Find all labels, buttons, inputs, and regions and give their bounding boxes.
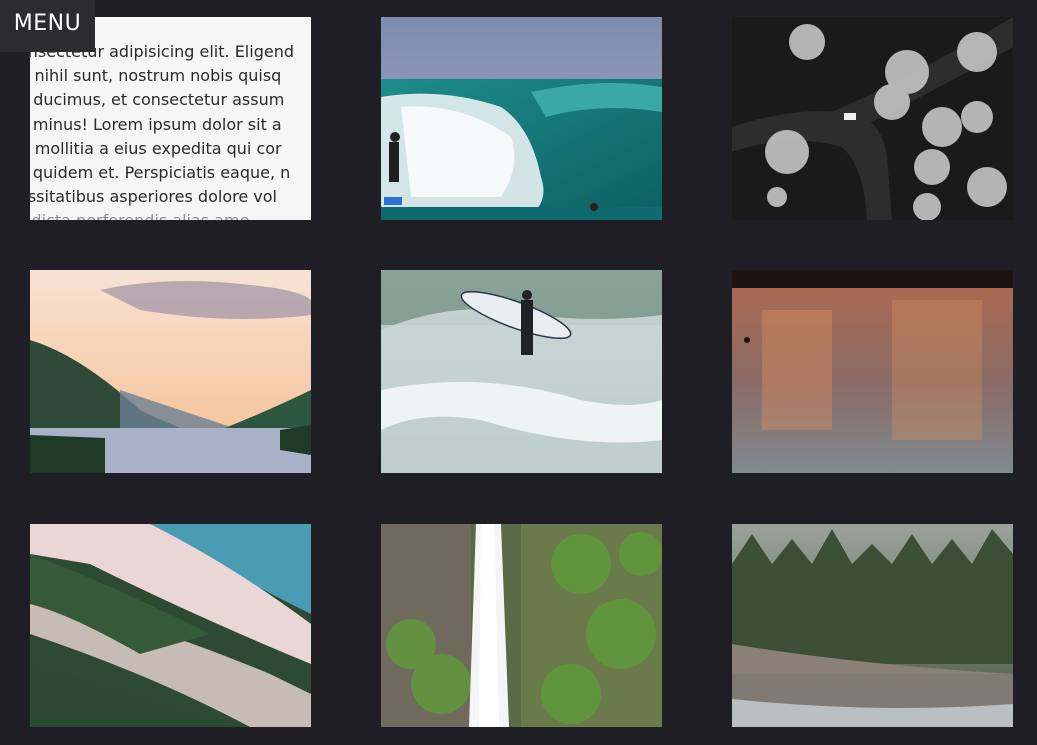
forest-road-aerial-photo[interactable]	[732, 17, 1013, 220]
gallery-grid: onsectetur adipisicing elit. Eligend t, …	[30, 17, 1013, 727]
lorem-line: essitatibus asperiores dolore vol	[30, 187, 277, 207]
menu-button[interactable]: MENU	[0, 0, 95, 52]
lorem-line: n ducimus, et consectetur assum	[30, 90, 285, 110]
lorem-line: t, nihil sunt, nostrum nobis quisq	[30, 66, 282, 86]
surfer-carrying-board-photo[interactable]	[381, 270, 662, 473]
surfer-wave-photo[interactable]	[381, 17, 662, 220]
forest-river-photo[interactable]	[732, 524, 1013, 727]
waterfall-photo[interactable]	[381, 524, 662, 727]
snowy-mountain-slope-photo[interactable]	[30, 524, 311, 727]
lorem-line: o minus! Lorem ipsum dolor sit a	[30, 114, 282, 134]
lorem-line: o quidem et. Perspiciatis eaque, n	[30, 163, 291, 183]
lake-reflection-photo[interactable]	[732, 270, 1013, 473]
mountain-lake-sunset-photo[interactable]	[30, 270, 311, 473]
lorem-line: r, mollitia a eius expedita qui cor	[30, 138, 282, 158]
lorem-text: onsectetur adipisicing elit. Eligend t, …	[30, 40, 311, 220]
lorem-line: s dicta perferendis alias ame	[30, 209, 311, 220]
